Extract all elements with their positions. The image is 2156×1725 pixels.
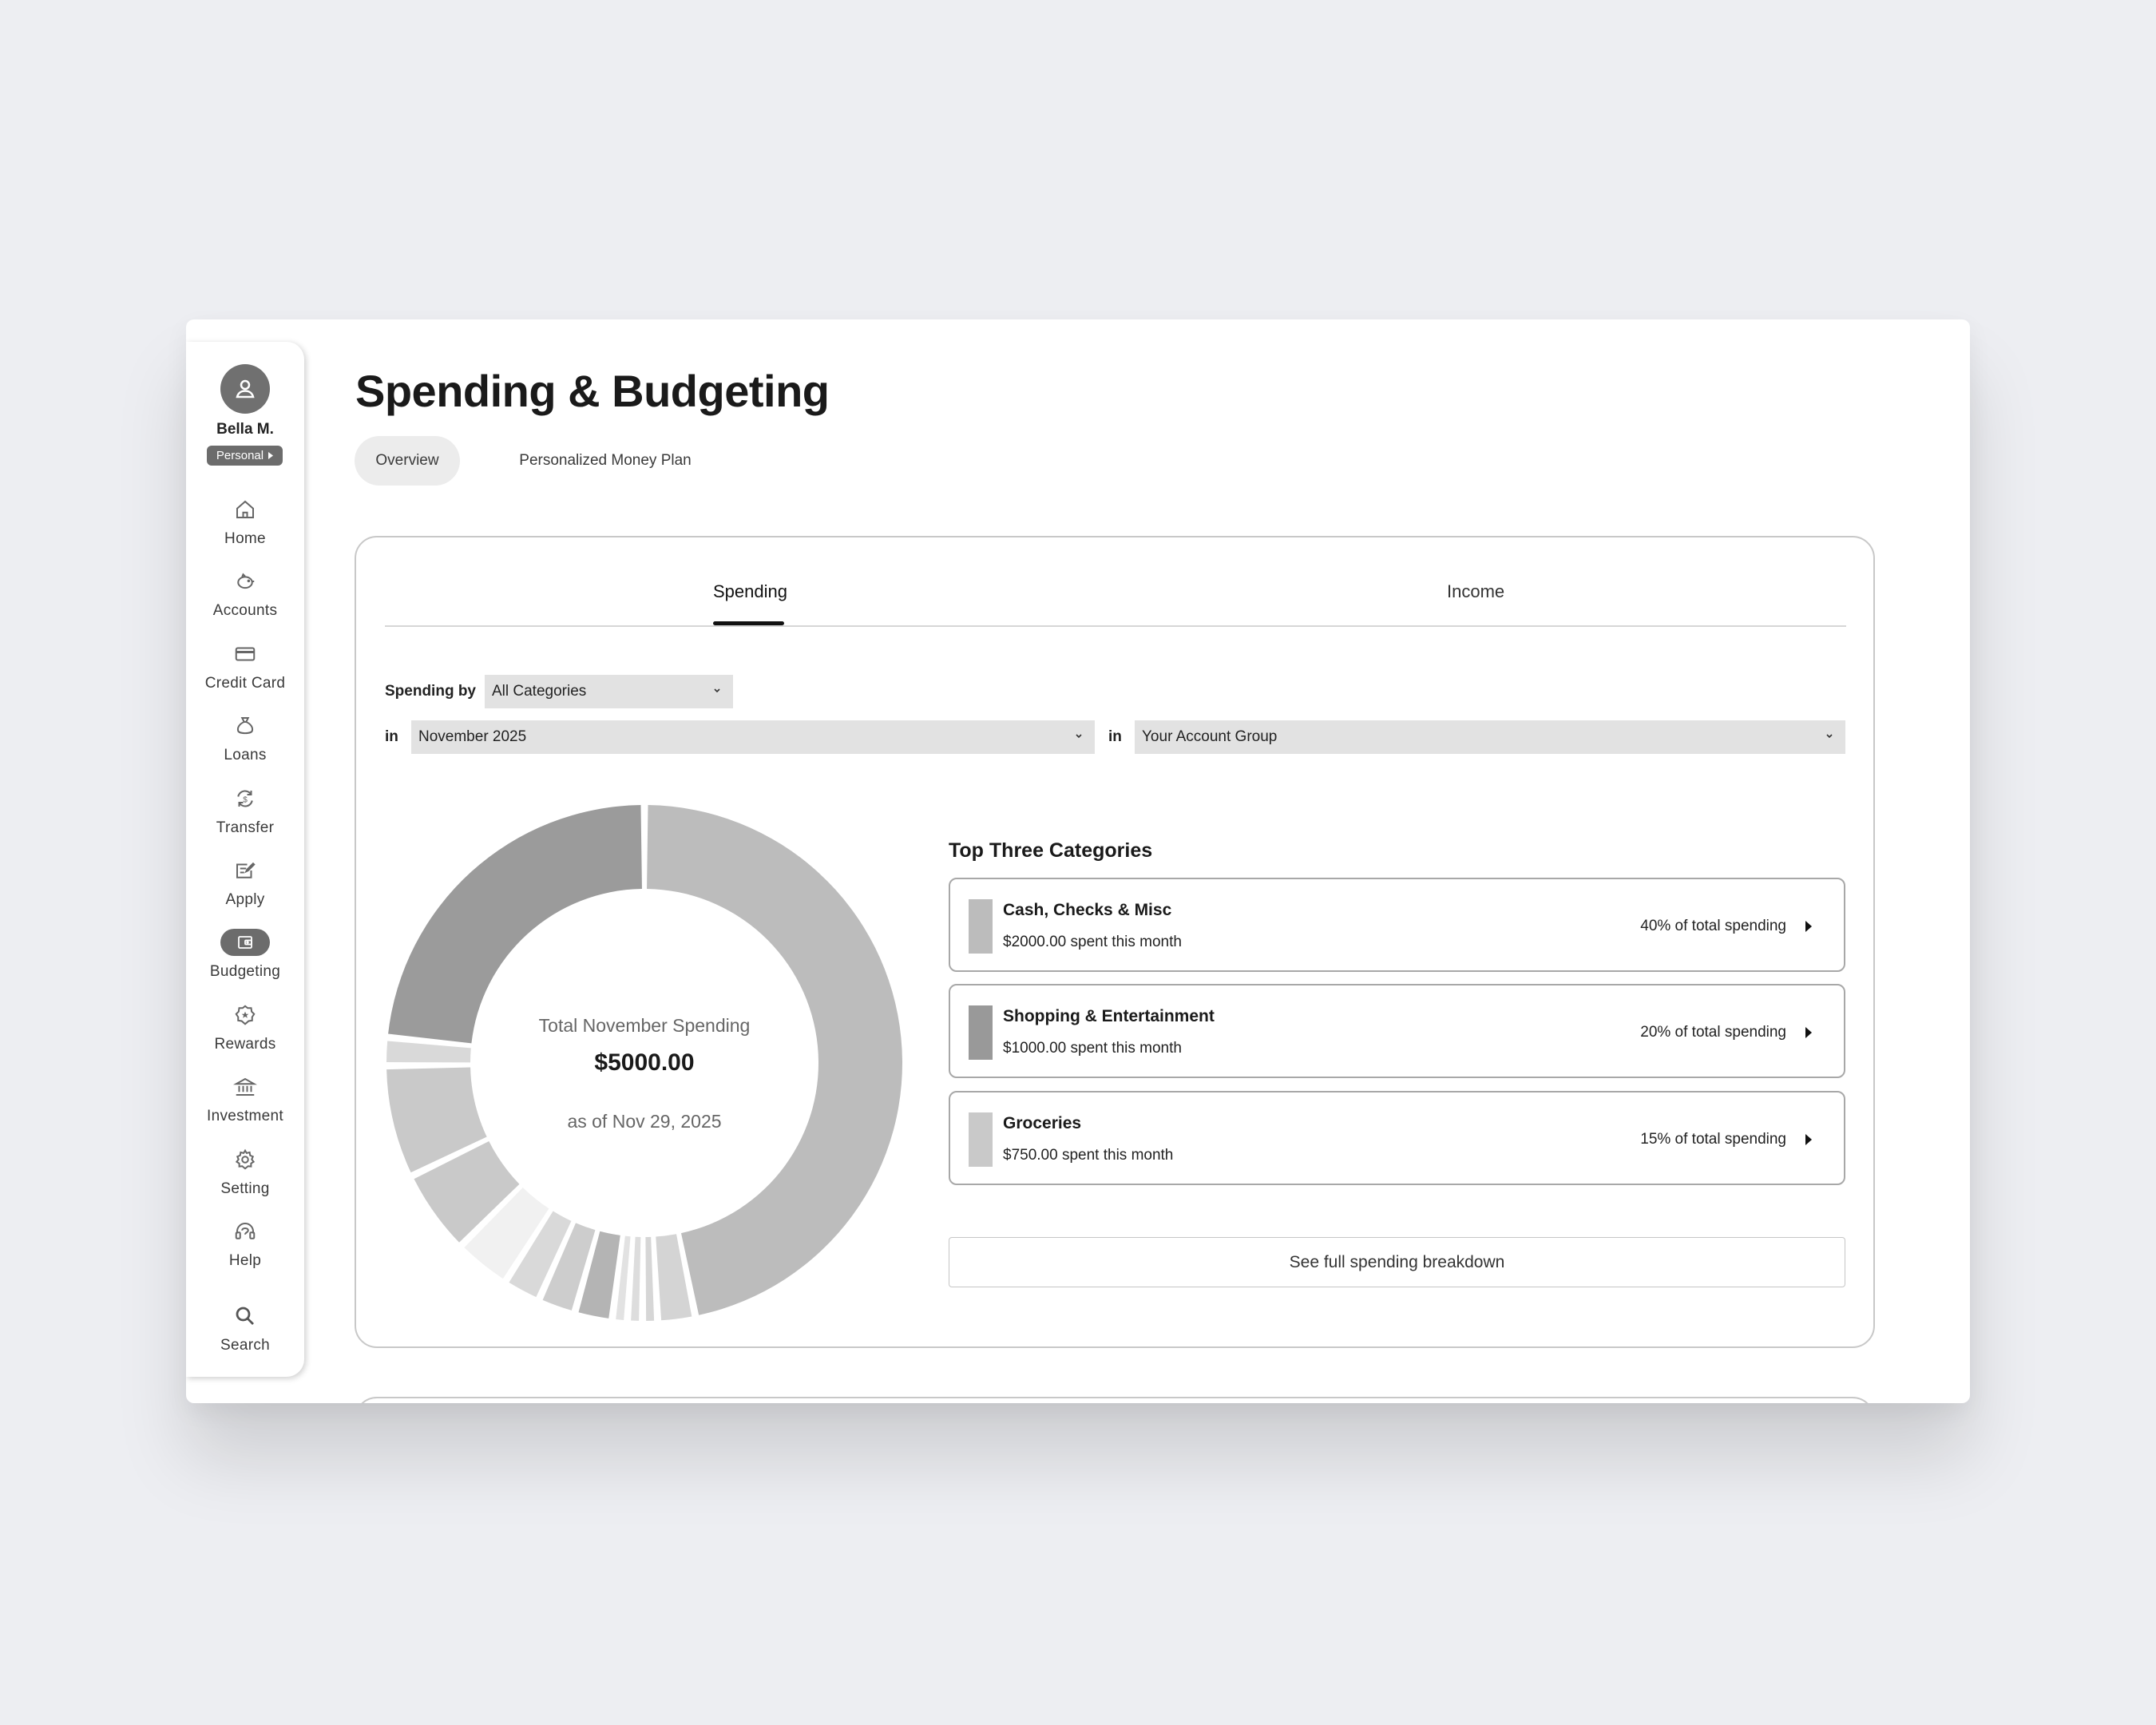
as-of-date: as of Nov 29, 2025 — [567, 1111, 722, 1132]
sidebar: Bella M. Personal Home Accounts Credit C… — [186, 342, 304, 1377]
apply-icon — [186, 855, 304, 886]
category-card[interactable]: Shopping & Entertainment $1000.00 spent … — [949, 984, 1845, 1078]
svg-text:$: $ — [243, 795, 248, 804]
tab-overview[interactable]: Overview — [355, 436, 460, 486]
total-spending-label: Total November Spending — [538, 1015, 751, 1036]
money-bag-icon — [186, 710, 304, 742]
piggy-bank-icon — [186, 565, 304, 597]
caret-right-icon — [1805, 1027, 1812, 1038]
nav-item-budgeting[interactable]: Budgeting — [186, 926, 304, 990]
category-name: Shopping & Entertainment — [1003, 1007, 1215, 1025]
wallet-icon — [238, 936, 252, 949]
category-amount: $750.00 spent this month — [1003, 1147, 1174, 1164]
profile-type-badge[interactable]: Personal — [207, 446, 283, 466]
category-color-swatch — [969, 1005, 993, 1060]
nav-label: Investment — [207, 1108, 283, 1124]
nav-label: Budgeting — [209, 963, 281, 980]
category-percent: 20% of total spending — [1640, 1024, 1786, 1041]
bank-icon — [186, 1071, 304, 1103]
nav-item-home[interactable]: Home — [186, 494, 304, 557]
active-tab-indicator — [713, 621, 784, 625]
credit-card-icon — [186, 638, 304, 670]
active-indicator — [220, 929, 270, 956]
spending-by-label: Spending by — [385, 683, 476, 700]
donut-slice[interactable] — [645, 1236, 655, 1321]
caret-right-icon — [268, 452, 274, 459]
month-select-value: November 2025 — [418, 728, 527, 745]
profile-type-label: Personal — [216, 449, 264, 462]
nav-item-help[interactable]: Help — [186, 1215, 304, 1279]
category-color-swatch — [969, 899, 993, 954]
donut-slice[interactable] — [631, 1236, 641, 1321]
chevron-down-icon — [1076, 734, 1082, 739]
nav-item-search[interactable]: Search — [186, 1300, 304, 1364]
total-spending-value: $5000.00 — [594, 1049, 695, 1076]
tab-personalized-money-plan[interactable]: Personalized Money Plan — [485, 436, 725, 486]
search-icon — [186, 1300, 304, 1332]
avatar[interactable] — [220, 364, 270, 414]
nav-item-accounts[interactable]: Accounts — [186, 565, 304, 629]
nav-label: Help — [228, 1252, 262, 1269]
category-amount: $2000.00 spent this month — [1003, 934, 1182, 950]
tab-income[interactable]: Income — [1447, 581, 1504, 602]
nav-item-setting[interactable]: Setting — [186, 1144, 304, 1208]
nav-label: Setting — [220, 1180, 270, 1197]
nav-item-credit-card[interactable]: Credit Card — [186, 638, 304, 702]
caret-right-icon — [1805, 921, 1812, 932]
category-select[interactable]: All Categories — [485, 675, 733, 708]
month-select[interactable]: November 2025 — [411, 720, 1095, 754]
gear-icon — [186, 1144, 304, 1176]
category-percent: 40% of total spending — [1640, 918, 1786, 934]
page-title: Spending & Budgeting — [355, 366, 830, 416]
rewards-icon — [186, 999, 304, 1031]
account-group-select-value: Your Account Group — [1142, 728, 1278, 745]
category-name: Cash, Checks & Misc — [1003, 901, 1172, 919]
spending-card: Spending Income Spending by All Categori… — [355, 536, 1875, 1348]
category-select-value: All Categories — [492, 683, 587, 700]
nav-label: Transfer — [216, 819, 275, 836]
full-breakdown-button[interactable]: See full spending breakdown — [949, 1237, 1845, 1287]
category-name: Groceries — [1003, 1114, 1082, 1132]
category-amount: $1000.00 spent this month — [1003, 1040, 1182, 1057]
segment-tabs: Spending Income — [385, 537, 1846, 627]
nav-label: Home — [224, 530, 266, 547]
chevron-down-icon — [714, 688, 720, 693]
tab-spending[interactable]: Spending — [713, 581, 787, 602]
category-card[interactable]: Groceries $750.00 spent this month 15% o… — [949, 1091, 1845, 1185]
transfer-icon: $ — [186, 783, 304, 815]
caret-right-icon — [1805, 1134, 1812, 1145]
nav-label: Credit Card — [204, 675, 286, 692]
nav-label: Search — [220, 1337, 270, 1354]
nav-label: Accounts — [212, 602, 278, 619]
category-card[interactable]: Cash, Checks & Misc $2000.00 spent this … — [949, 878, 1845, 972]
user-icon — [236, 379, 255, 399]
next-section-card — [355, 1397, 1875, 1403]
category-percent: 15% of total spending — [1640, 1131, 1786, 1148]
app-window: Bella M. Personal Home Accounts Credit C… — [186, 319, 1970, 1403]
headset-icon — [186, 1215, 304, 1247]
top-categories-title: Top Three Categories — [949, 839, 1153, 862]
category-color-swatch — [969, 1112, 993, 1167]
in-label: in — [385, 728, 398, 745]
home-icon — [186, 494, 304, 525]
nav-label: Apply — [225, 891, 265, 908]
donut-slice[interactable] — [388, 805, 642, 1044]
in-label: in — [1108, 728, 1122, 745]
nav-item-rewards[interactable]: Rewards — [186, 999, 304, 1063]
nav-label: Loans — [224, 747, 267, 763]
user-name: Bella M. — [216, 421, 274, 438]
nav-item-investment[interactable]: Investment — [186, 1071, 304, 1135]
nav-item-loans[interactable]: Loans — [186, 710, 304, 774]
nav-item-apply[interactable]: Apply — [186, 855, 304, 918]
nav-label: Rewards — [214, 1036, 276, 1053]
nav-item-transfer[interactable]: $ Transfer — [186, 783, 304, 847]
account-group-select[interactable]: Your Account Group — [1135, 720, 1845, 754]
chevron-down-icon — [1826, 734, 1833, 739]
